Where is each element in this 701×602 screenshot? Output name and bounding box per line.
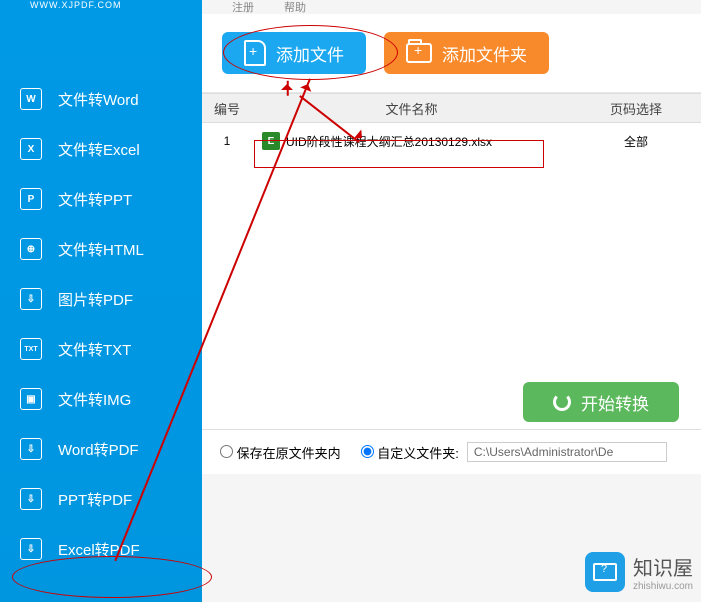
pdf-icon: ⇩: [20, 288, 42, 310]
output-path-field[interactable]: C:\Users\Administrator\De: [467, 442, 667, 462]
col-header-name: 文件名称: [252, 99, 571, 118]
sidebar-item-file-to-excel[interactable]: X 文件转Excel: [0, 124, 202, 174]
sidebar-item-file-to-img[interactable]: ▣ 文件转IMG: [0, 374, 202, 424]
watermark-title: 知识屋: [633, 552, 693, 581]
add-folder-button[interactable]: 添加文件夹: [384, 32, 549, 74]
word-icon: W: [20, 88, 42, 110]
footer-bar: 开始转换 保存在原文件夹内 自定义文件夹: C:\Users\Administr…: [202, 429, 701, 474]
sidebar-item-label: 文件转IMG: [58, 389, 131, 410]
sidebar-item-ppt-to-pdf[interactable]: ⇩ PPT转PDF: [0, 474, 202, 524]
sidebar-logo-area: [0, 14, 202, 74]
menu-help[interactable]: 帮助: [284, 0, 306, 15]
col-header-page: 页码选择: [571, 99, 701, 118]
pdf-icon: ⇩: [20, 488, 42, 510]
sidebar-item-file-to-ppt[interactable]: P 文件转PPT: [0, 174, 202, 224]
sidebar-item-label: Excel转PDF: [58, 539, 140, 560]
filename-text: UID阶段性课程大纲汇总20130129.xlsx: [286, 133, 492, 150]
sidebar-item-word-to-pdf[interactable]: ⇩ Word转PDF: [0, 424, 202, 474]
save-original-radio[interactable]: 保存在原文件夹内: [220, 443, 341, 462]
pdf-icon: ⇩: [20, 538, 42, 560]
cell-filename: E UID阶段性课程大纲汇总20130129.xlsx: [252, 132, 571, 150]
sidebar-item-label: Word转PDF: [58, 439, 139, 460]
sidebar-item-label: 文件转PPT: [58, 189, 132, 210]
table-header: 编号 文件名称 页码选择: [202, 93, 701, 123]
add-folder-label: 添加文件夹: [442, 41, 527, 66]
pdf-icon: ⇩: [20, 438, 42, 460]
sidebar-item-label: 文件转Excel: [58, 139, 140, 160]
col-header-no: 编号: [202, 99, 252, 118]
toolbar: 添加文件 添加文件夹: [202, 14, 701, 93]
sidebar-item-excel-to-pdf[interactable]: ⇩ Excel转PDF: [0, 524, 202, 574]
file-table: 编号 文件名称 页码选择 1 E UID阶段性课程大纲汇总20130129.xl…: [202, 93, 701, 159]
sidebar-item-file-to-word[interactable]: W 文件转Word: [0, 74, 202, 124]
radio-original[interactable]: [220, 445, 233, 458]
radio-custom[interactable]: [361, 445, 374, 458]
main-area: 注册 帮助 添加文件 添加文件夹 编号 文件名称 页码选择 1 E UID阶段性…: [202, 0, 701, 602]
txt-icon: TXT: [20, 338, 42, 360]
sidebar-item-label: 文件转HTML: [58, 239, 144, 260]
table-row[interactable]: 1 E UID阶段性课程大纲汇总20130129.xlsx 全部: [202, 123, 701, 159]
watermark-badge-icon: [585, 552, 625, 592]
menu-strip: 注册 帮助: [202, 0, 701, 14]
img-icon: ▣: [20, 388, 42, 410]
start-convert-button[interactable]: 开始转换: [523, 382, 679, 422]
watermark-sub: zhishiwu.com: [633, 581, 693, 592]
add-file-button[interactable]: 添加文件: [222, 32, 366, 74]
header-url: WWW.XJPDF.COM: [30, 0, 122, 10]
save-custom-radio[interactable]: 自定义文件夹:: [361, 443, 459, 462]
ppt-icon: P: [20, 188, 42, 210]
menu-register[interactable]: 注册: [232, 0, 254, 15]
sidebar-item-label: 文件转TXT: [58, 339, 131, 360]
excel-file-icon: E: [262, 132, 280, 150]
excel-icon: X: [20, 138, 42, 160]
sidebar-item-label: 文件转Word: [58, 89, 139, 110]
sidebar-item-label: PPT转PDF: [58, 489, 132, 510]
watermark: 知识屋 zhishiwu.com: [585, 552, 693, 592]
sidebar-item-file-to-html[interactable]: ⊕ 文件转HTML: [0, 224, 202, 274]
sidebar: W 文件转Word X 文件转Excel P 文件转PPT ⊕ 文件转HTML …: [0, 14, 202, 602]
cell-page: 全部: [571, 133, 701, 150]
sidebar-item-label: 图片转PDF: [58, 289, 133, 310]
add-file-label: 添加文件: [276, 41, 344, 66]
sidebar-item-file-to-txt[interactable]: TXT 文件转TXT: [0, 324, 202, 374]
start-label: 开始转换: [581, 390, 649, 415]
refresh-icon: [553, 393, 571, 411]
document-plus-icon: [244, 40, 266, 66]
html-icon: ⊕: [20, 238, 42, 260]
cell-no: 1: [202, 134, 252, 148]
sidebar-item-image-to-pdf[interactable]: ⇩ 图片转PDF: [0, 274, 202, 324]
folder-plus-icon: [406, 43, 432, 63]
